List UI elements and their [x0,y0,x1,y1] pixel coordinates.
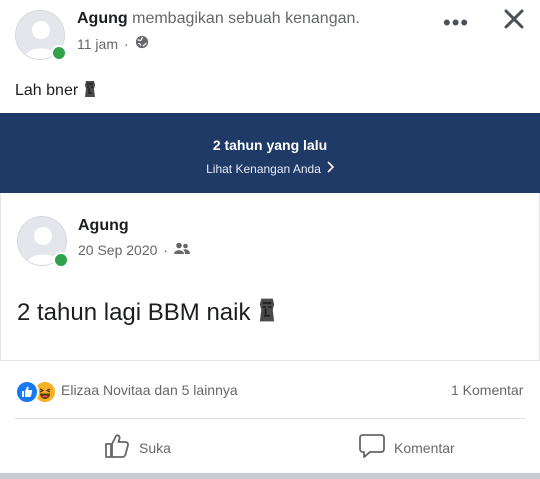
shared-author-name[interactable]: Agung [78,217,129,235]
shared-post-meta: 20 Sep 2020 · [78,242,191,258]
reaction-names[interactable]: Elizaa Novitaa dan 5 lainnya [61,382,238,398]
meta-separator: · [163,242,169,258]
chevron-right-icon [326,161,335,176]
memory-link-label: Lihat Kenangan Anda [206,161,321,176]
post-meta: 11 jam · [77,35,149,52]
online-status-dot [53,252,69,268]
moai-emoji-icon [257,297,277,330]
more-options-icon[interactable]: ••• [443,10,469,36]
meta-separator: · [123,35,129,52]
friends-icon [174,242,191,258]
thumbs-up-icon [103,432,131,463]
post-action-text: membagikan sebuah kenangan. [132,10,360,27]
post-text-line: Lah bner [15,80,97,103]
comment-count[interactable]: 1 Komentar [451,382,523,398]
action-divider [15,418,525,419]
memory-link[interactable]: Lihat Kenangan Anda [206,161,335,176]
post-text: Lah bner [15,82,79,99]
bottom-edge [0,473,540,479]
comment-bubble-icon [358,432,386,463]
post-time[interactable]: 11 jam [77,36,118,52]
close-icon[interactable] [503,8,525,35]
memory-banner[interactable]: 2 tahun yang lalu Lihat Kenangan Anda [0,113,540,193]
shared-post-date[interactable]: 20 Sep 2020 [78,242,157,258]
like-button[interactable]: Suka [103,432,171,463]
memory-title: 2 tahun yang lalu [212,137,328,153]
like-icon [15,380,39,404]
globe-icon [135,35,149,52]
comment-button[interactable]: Komentar [358,432,455,463]
online-status-dot [51,45,67,61]
like-label: Suka [139,439,171,456]
post-header-line: Agung membagikan sebuah kenangan. [77,10,360,28]
author-name[interactable]: Agung [77,10,128,27]
shared-post-text: 2 tahun lagi BBM naik [17,299,251,326]
comment-label: Komentar [394,439,455,456]
moai-emoji-icon [83,80,97,103]
shared-post-text-line: 2 tahun lagi BBM naik [17,297,277,330]
reaction-icons[interactable] [15,380,57,404]
